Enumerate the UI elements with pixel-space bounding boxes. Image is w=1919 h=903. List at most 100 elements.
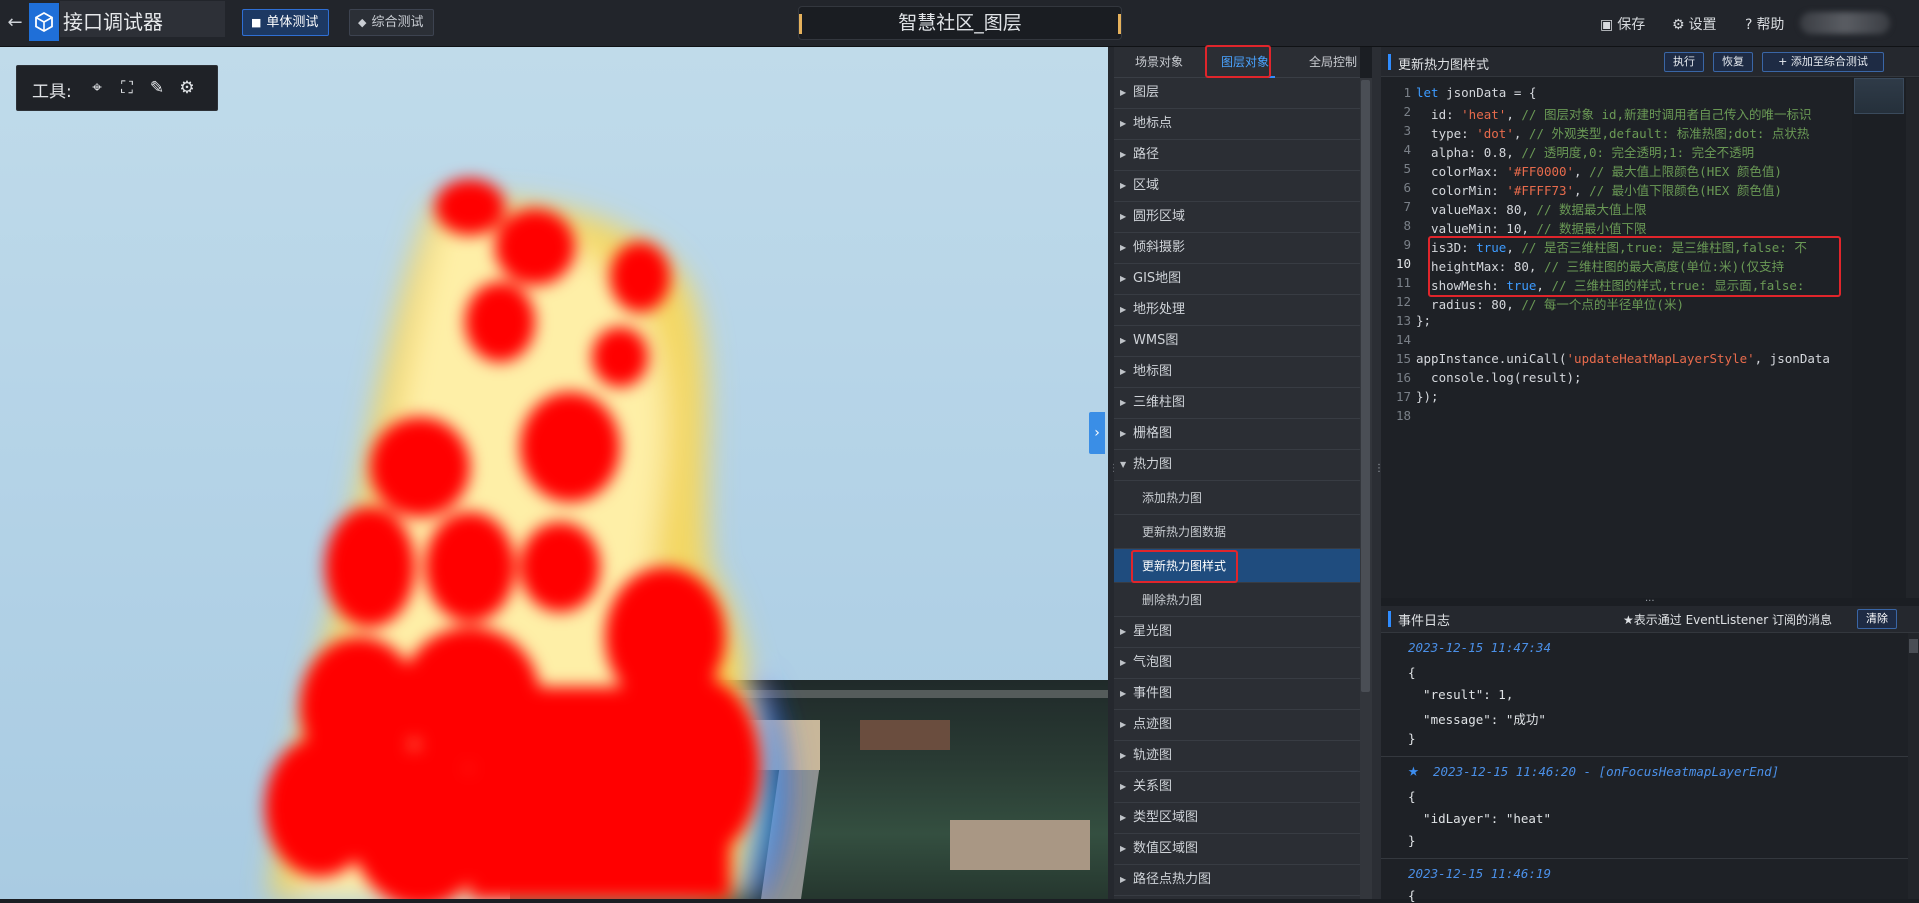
log-line: "result": 1,: [1408, 687, 1514, 702]
tree-item[interactable]: ▶ 事件图: [1114, 679, 1360, 710]
code-line: alpha: 0.8, // 透明度,0: 完全透明;1: 完全不透明: [1416, 145, 1755, 160]
tree-item-label: 栅格图: [1133, 426, 1173, 441]
log-header: 事件日志 ★表示通过 EventListener 订阅的消息 清除: [1381, 606, 1919, 633]
highlight-box-selected: [1131, 550, 1238, 583]
tree-item-label: 倾斜摄影: [1133, 240, 1186, 255]
tab-global-control[interactable]: 全局控制: [1309, 53, 1357, 70]
log-timestamp: 2023-12-15 11:46:19: [1408, 866, 1551, 881]
tree-item[interactable]: ▶ WMS图: [1114, 326, 1360, 357]
settings-button[interactable]: ⚙ 设置: [1672, 14, 1717, 34]
tree-item[interactable]: ▶ 类型区域图: [1114, 803, 1360, 834]
tree-item-label: 地形处理: [1133, 302, 1186, 317]
tree-item-label: 路径点热力图: [1133, 872, 1212, 887]
collapse-panel-tab[interactable]: ›: [1089, 412, 1105, 454]
tree-sub-item[interactable]: 更新热力图数据: [1114, 515, 1360, 549]
tree-sub-label: 删除热力图: [1142, 593, 1203, 607]
code-line: valueMax: 80, // 数据最大值上限: [1416, 202, 1647, 217]
gear-cluster-icon[interactable]: ⚙: [175, 76, 199, 100]
tool-panel: 工具: ⌖ ⛶ ✎ ⚙: [16, 65, 218, 111]
frame-select-icon[interactable]: ⛶: [115, 76, 139, 100]
editor-title: 更新热力图样式: [1398, 58, 1490, 73]
tree-sub-item[interactable]: 添加热力图: [1114, 481, 1360, 515]
tree-item[interactable]: ▶ 轨迹图: [1114, 741, 1360, 772]
highlight-box-tab: [1205, 45, 1271, 78]
code-line: valueMin: 10, // 数据最小值下限: [1416, 221, 1647, 236]
log-line: "message": "成功": [1408, 712, 1546, 727]
api-tree-panel: 场景对象 图层对象 全局控制 ▶ 图层 ▶ 地标点 ▶ 路径 ▶ 区域 ▶ 圆形区域 ▶ 倾…: [1114, 45, 1360, 899]
tree-sub-label: 添加热力图: [1142, 491, 1203, 505]
tree-item[interactable]: ▶ 图层: [1114, 78, 1360, 109]
tree-item[interactable]: ▶ 倾斜摄影: [1114, 233, 1360, 264]
gear-icon: ⚙: [1672, 17, 1685, 33]
log-timestamp: 2023-12-15 11:47:34: [1408, 640, 1551, 655]
run-button[interactable]: 执行: [1664, 52, 1704, 72]
cube-icon: ■: [251, 16, 262, 29]
tree-sub-item[interactable]: 删除热力图: [1114, 583, 1360, 617]
log-line: }: [1408, 833, 1416, 848]
log-scrollbar[interactable]: [1908, 633, 1919, 899]
tree-item[interactable]: ▶ 关系图: [1114, 772, 1360, 803]
log-line: "idLayer": "heat": [1408, 811, 1551, 826]
code-minimap[interactable]: [1852, 78, 1906, 598]
panel-splitter-right[interactable]: ⋮: [1372, 47, 1384, 899]
code-line: colorMax: '#FF0000', // 最大值上限颜色(HEX 颜色值): [1416, 164, 1782, 179]
tree-item[interactable]: ▶ GIS地图: [1114, 264, 1360, 295]
log-note: ★表示通过 EventListener 订阅的消息: [1623, 613, 1833, 627]
tree-item-label: 热力图: [1133, 457, 1173, 472]
tree-item[interactable]: ▶ 数值区域图: [1114, 834, 1360, 865]
code-line: let jsonData = {: [1416, 85, 1537, 100]
help-button[interactable]: ? 帮助: [1745, 14, 1784, 34]
tree-item[interactable]: ▶ 区域: [1114, 171, 1360, 202]
horizontal-splitter[interactable]: ···: [1381, 597, 1919, 607]
tree-item[interactable]: ▶ 路径: [1114, 140, 1360, 171]
locate-point-icon[interactable]: ⌖: [85, 76, 109, 100]
tree-item[interactable]: ▶ 地标图: [1114, 357, 1360, 388]
layers-icon: ◆: [358, 16, 367, 29]
code-area[interactable]: 1 2 3 4 5 6 7 8 9 10 11 12 13 14 15 16 17 18 let jsonData…: [1381, 77, 1841, 598]
log-title: 事件日志: [1398, 614, 1451, 629]
tree-item[interactable]: ▶ 路径点热力图: [1114, 865, 1360, 896]
plus-icon: +: [1778, 55, 1791, 68]
tree-item-label: 图层: [1133, 85, 1160, 100]
help-icon: ?: [1745, 17, 1753, 33]
tree-item[interactable]: ▶ 地形处理: [1114, 295, 1360, 326]
pen-icon[interactable]: ✎: [145, 76, 169, 100]
tree-scrollbar-thumb[interactable]: [1361, 80, 1370, 692]
tree-item-heatmap[interactable]: ▼ 热力图: [1114, 450, 1360, 481]
arrow-left-icon[interactable]: ←: [4, 12, 26, 34]
save-button[interactable]: ▣ 保存: [1600, 14, 1645, 34]
code-editor-panel: 更新热力图样式 执行 恢复 + 添加至综合测试 1 2 3 4 5 6 7 8 9 10 11 12 1…: [1381, 47, 1919, 598]
tree-item[interactable]: ▶ 气泡图: [1114, 648, 1360, 679]
tree-item[interactable]: ▶ 栅格图: [1114, 419, 1360, 450]
user-avatar[interactable]: [1800, 12, 1890, 34]
tree-item[interactable]: ▶ 点迹图: [1114, 710, 1360, 741]
tree-item[interactable]: ▶ 三维柱图: [1114, 388, 1360, 419]
tree-item-label: WMS图: [1133, 333, 1179, 348]
log-line: }: [1408, 731, 1416, 746]
tree-item-label: 气泡图: [1133, 655, 1173, 670]
code-line: colorMin: '#FFFF73', // 最小值下限颜色(HEX 颜色值): [1416, 183, 1782, 198]
tab-scene-objects[interactable]: 场景对象: [1135, 53, 1183, 70]
combined-test-button[interactable]: ◆ 综合测试: [349, 9, 435, 36]
scene-viewport[interactable]: ›: [0, 47, 1108, 899]
add-label: 添加至综合测试: [1790, 55, 1868, 68]
single-test-button[interactable]: ■ 单体测试: [242, 9, 330, 36]
code-line: appInstance.uniCall('updateHeatMapLayerS…: [1416, 351, 1830, 366]
heatmap-layer: [265, 179, 787, 899]
editor-scrollbar[interactable]: [1906, 78, 1919, 598]
tool-label: 工具:: [32, 82, 72, 102]
app-title: 接口调试器: [63, 10, 163, 34]
tree-item[interactable]: ▶ 地标点: [1114, 109, 1360, 140]
restore-button[interactable]: 恢复: [1713, 52, 1753, 72]
code-line: type: 'dot', // 外观类型,default: 标准热图;dot: …: [1416, 126, 1810, 141]
tree-item[interactable]: ▶ 星光图: [1114, 617, 1360, 648]
tree-item-label: 路径: [1133, 147, 1160, 162]
tree-item[interactable]: ▶ 圆形区域: [1114, 202, 1360, 233]
tree-item-label: 区域: [1133, 178, 1160, 193]
add-to-combined-button[interactable]: + 添加至综合测试: [1762, 52, 1884, 72]
tree-item-label: 数值区域图: [1133, 841, 1199, 856]
log-line: {: [1408, 665, 1416, 680]
tree-item-label: GIS地图: [1133, 271, 1182, 286]
tree-item-label: 地标图: [1133, 364, 1173, 379]
clear-log-button[interactable]: 清除: [1857, 609, 1897, 629]
